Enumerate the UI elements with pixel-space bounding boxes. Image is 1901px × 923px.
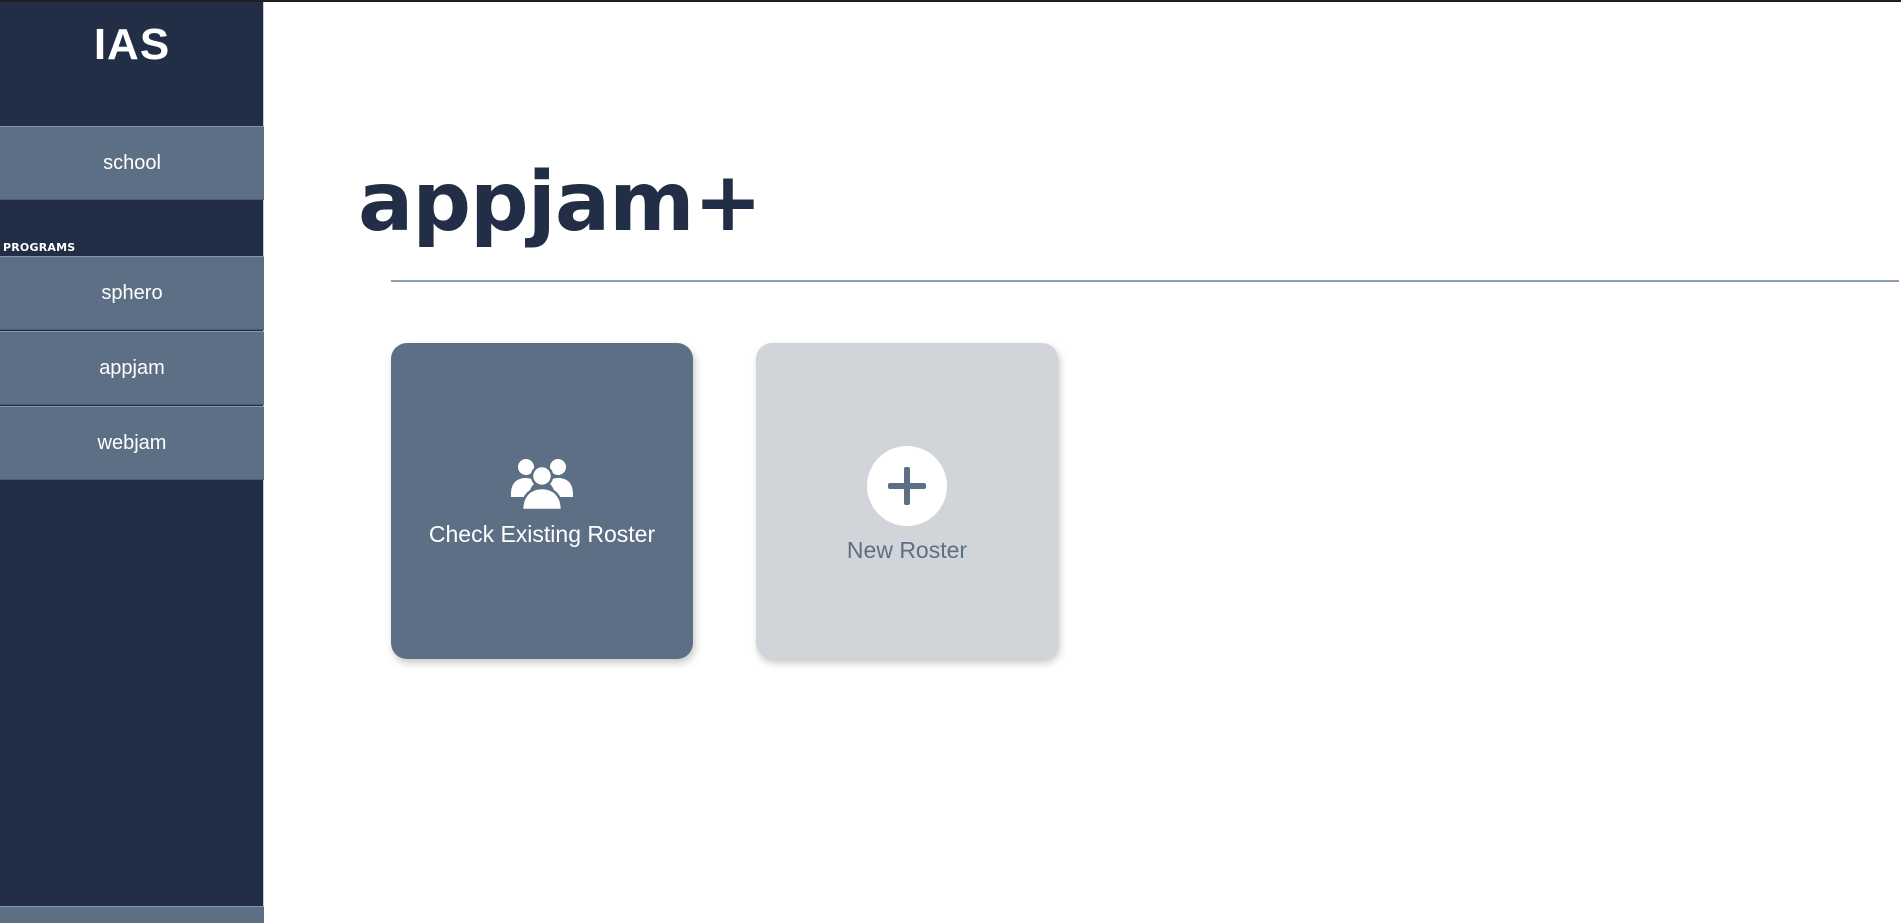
sidebar-item-label: appjam bbox=[99, 356, 165, 379]
sidebar-item-appjam[interactable]: appjam bbox=[0, 331, 264, 405]
check-existing-roster-card[interactable]: Check Existing Roster bbox=[391, 343, 693, 659]
sidebar-item-label: school bbox=[103, 151, 161, 174]
brand-logo[interactable]: IAS bbox=[0, 20, 264, 70]
plus-icon bbox=[888, 467, 926, 505]
sidebar: IAS school PROGRAMS sphero appjam webjam bbox=[0, 0, 264, 923]
sidebar-item-sphero[interactable]: sphero bbox=[0, 256, 264, 330]
sidebar-item-school[interactable]: school bbox=[0, 126, 264, 200]
card-label: New Roster bbox=[846, 537, 968, 563]
programs-section-label: PROGRAMS bbox=[3, 241, 76, 254]
sidebar-item-label: webjam bbox=[97, 431, 167, 454]
sidebar-item-label: sphero bbox=[101, 281, 163, 304]
page-title: appjam+ bbox=[358, 155, 762, 250]
sidebar-item-webjam[interactable]: webjam bbox=[0, 406, 264, 480]
plus-circle bbox=[867, 446, 947, 526]
users-group-icon bbox=[511, 459, 573, 510]
sidebar-bottom-item[interactable] bbox=[0, 906, 264, 923]
title-divider bbox=[391, 280, 1899, 282]
window-top-border bbox=[0, 0, 1901, 2]
card-label: Check Existing Roster bbox=[428, 521, 656, 547]
new-roster-card[interactable]: New Roster bbox=[756, 343, 1058, 659]
